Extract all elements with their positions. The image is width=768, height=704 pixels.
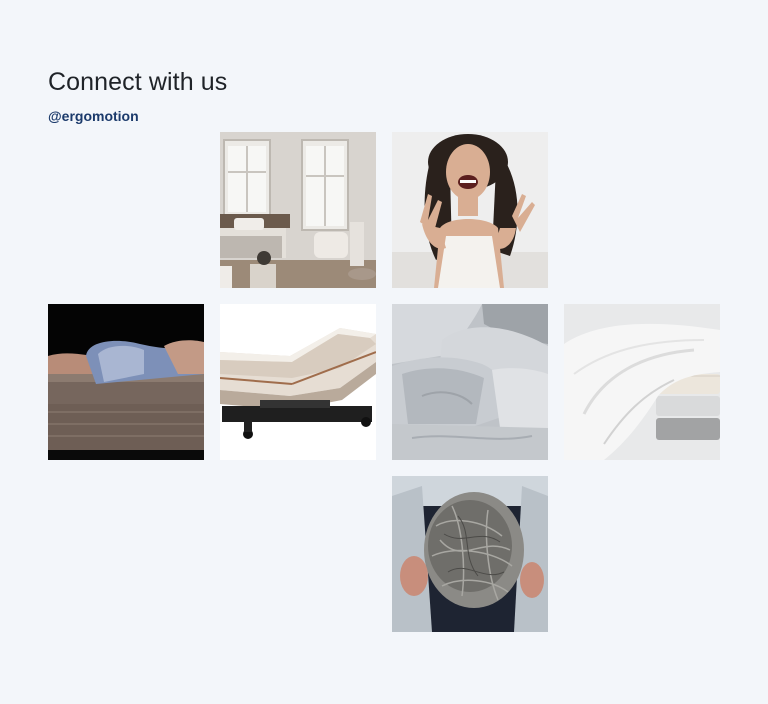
gallery-item-wool-fiber[interactable] bbox=[392, 476, 548, 632]
section-title: Connect with us bbox=[48, 68, 228, 96]
folded-sheets-photo bbox=[564, 304, 720, 460]
pillows-duvet-photo bbox=[392, 304, 548, 460]
gallery-item-mattress-sleeper[interactable] bbox=[48, 304, 204, 460]
mattress-sleeper-photo bbox=[48, 304, 204, 460]
adjustable-bed-photo bbox=[220, 304, 376, 460]
smiling-woman-photo bbox=[392, 132, 548, 288]
gallery-item-bedroom[interactable] bbox=[220, 132, 376, 288]
gallery-item-pillows-duvet[interactable] bbox=[392, 304, 548, 460]
instagram-handle-link[interactable]: @ergomotion bbox=[48, 108, 139, 124]
bedroom-photo bbox=[220, 132, 376, 288]
gallery-item-smiling-woman[interactable] bbox=[392, 132, 548, 288]
wool-fiber-photo bbox=[392, 476, 548, 632]
gallery-item-folded-sheets[interactable] bbox=[564, 304, 720, 460]
gallery-item-adjustable-bed[interactable] bbox=[220, 304, 376, 460]
